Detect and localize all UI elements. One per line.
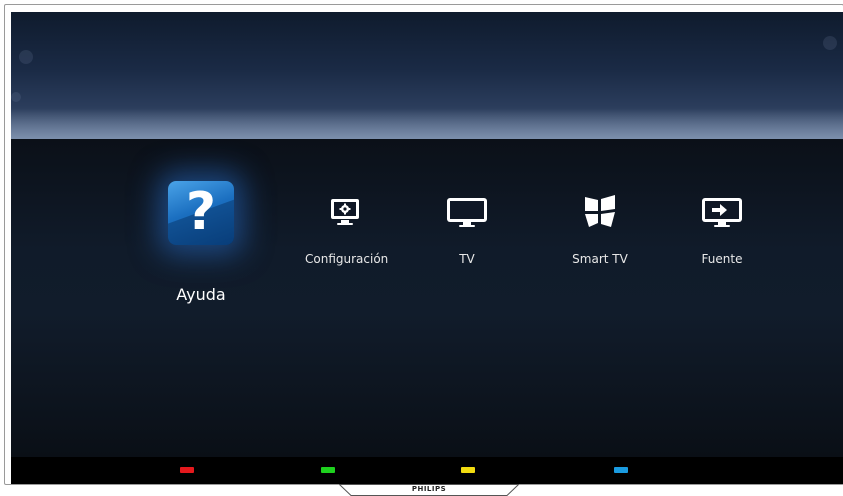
bokeh-light [19,50,33,64]
menu-item-help[interactable]: ? Ayuda [168,181,234,321]
tv-screen: ? Ayuda Configuración TV Smart TV Fuente [11,12,843,484]
red-key[interactable] [180,467,194,473]
yellow-key[interactable] [461,467,475,473]
menu-item-smart-tv[interactable]: Smart TV [565,193,635,273]
banner-glow [11,109,843,139]
menu-item-settings[interactable]: Configuración [305,195,389,275]
home-menu: ? Ayuda Configuración TV Smart TV Fuente [11,139,843,457]
color-key-bar [11,457,843,484]
bokeh-light [823,36,837,50]
menu-item-label: Smart TV [572,252,628,266]
question-mark-glyph: ? [185,182,217,242]
source-icon [700,195,744,229]
brand-logo-tab: PHILIPS [339,484,519,496]
menu-item-source[interactable]: Fuente [692,195,752,275]
help-icon: ? [168,181,234,245]
green-key[interactable] [321,467,335,473]
menu-item-label: TV [459,252,475,266]
top-banner [11,12,843,139]
menu-item-label: Fuente [701,252,743,266]
bokeh-light [11,92,21,102]
menu-item-label: Configuración [305,252,389,266]
smart-tv-icon [581,193,619,231]
menu-item-label: Ayuda [176,285,226,304]
settings-icon [328,195,362,229]
menu-item-tv[interactable]: TV [437,195,497,275]
tv-icon [445,195,489,229]
blue-key[interactable] [614,467,628,473]
brand-logo: PHILIPS [411,485,447,493]
